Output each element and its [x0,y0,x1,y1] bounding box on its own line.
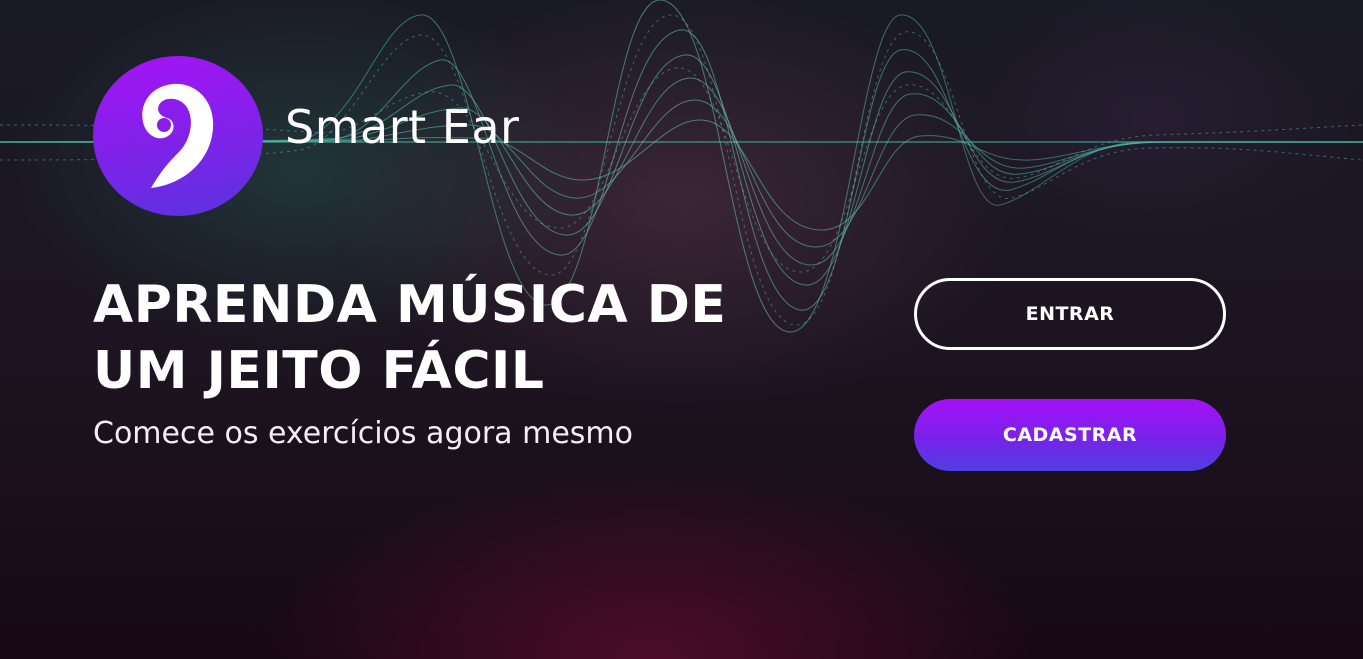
landing-page: Smart Ear APRENDA MÚSICA DE UM JEITO FÁC… [0,0,1363,659]
hero-headline: APRENDA MÚSICA DE UM JEITO FÁCIL [93,272,726,404]
hero-headline-line-1: APRENDA MÚSICA DE [93,275,727,335]
ear-icon [142,83,214,188]
login-button[interactable]: ENTRAR [914,278,1226,350]
hero-headline-line-2: UM JEITO FÁCIL [93,341,545,401]
register-button[interactable]: CADASTRAR [914,399,1226,471]
hero-subtitle: Comece os exercícios agora mesmo [93,416,633,451]
brand-logo [93,56,263,216]
brand-name: Smart Ear [285,100,520,154]
